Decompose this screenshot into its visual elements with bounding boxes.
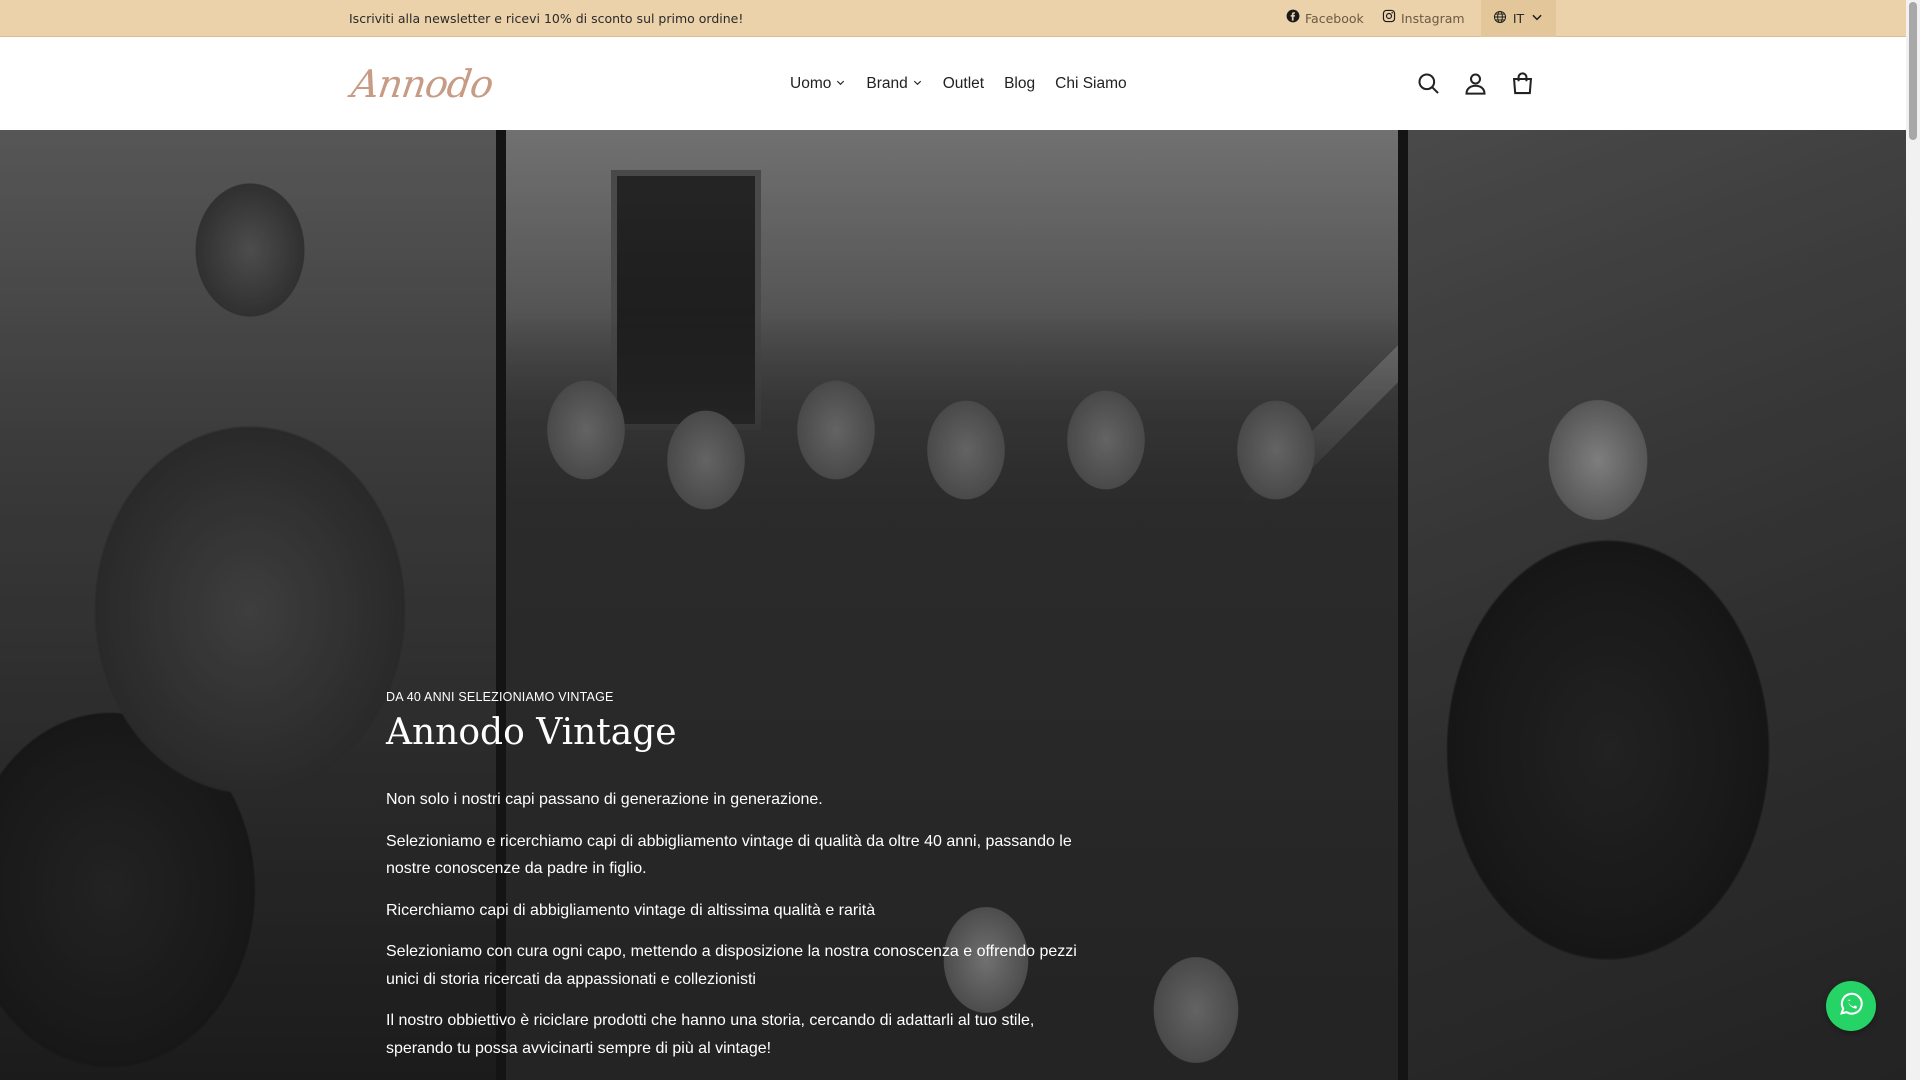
globe-icon bbox=[1493, 10, 1507, 27]
nav-item-chi-siamo[interactable]: Chi Siamo bbox=[1055, 75, 1127, 93]
nav-item-label: Brand bbox=[866, 74, 908, 92]
nav-item-label: Uomo bbox=[790, 74, 832, 92]
instagram-link[interactable]: Instagram bbox=[1382, 0, 1465, 37]
hero-body: Non solo i nostri capi passano di genera… bbox=[386, 786, 1086, 1076]
site-logo[interactable]: Annodo bbox=[349, 59, 497, 109]
hero-paragraph: Non solo i nostri capi passano di genera… bbox=[386, 791, 823, 808]
facebook-link[interactable]: Facebook bbox=[1286, 0, 1364, 37]
nav-item-brand[interactable]: Brand bbox=[866, 75, 922, 93]
nav-item-uomo[interactable]: Uomo bbox=[790, 75, 846, 93]
whatsapp-icon bbox=[1837, 990, 1865, 1022]
instagram-icon bbox=[1382, 0, 1396, 37]
cart-icon[interactable] bbox=[1509, 70, 1536, 97]
account-icon[interactable] bbox=[1462, 70, 1489, 97]
facebook-label: Facebook bbox=[1305, 11, 1364, 26]
hero-eyebrow: DA 40 ANNI SELEZIONIAMO VINTAGE bbox=[386, 690, 614, 704]
hero-title: Annodo Vintage bbox=[386, 712, 677, 753]
chevron-down-icon bbox=[1530, 10, 1544, 27]
nav-item-label: Blog bbox=[1004, 74, 1036, 92]
header-actions bbox=[1415, 37, 1536, 130]
whatsapp-button[interactable] bbox=[1826, 981, 1876, 1031]
language-label: IT bbox=[1512, 11, 1525, 26]
language-selector[interactable]: IT bbox=[1481, 0, 1556, 37]
search-icon[interactable] bbox=[1415, 70, 1442, 97]
chevron-down-icon bbox=[912, 75, 923, 93]
scrollbar-thumb[interactable] bbox=[1909, 2, 1917, 140]
nav-item-label: Outlet bbox=[942, 74, 985, 92]
logo-wordmark: Annodo bbox=[348, 62, 496, 106]
chevron-down-icon bbox=[835, 75, 846, 93]
nav-item-blog[interactable]: Blog bbox=[1004, 75, 1035, 93]
hero-paragraph: Ricerchiamo capi di abbigliamento vintag… bbox=[386, 901, 876, 919]
instagram-label: Instagram bbox=[1401, 11, 1465, 26]
page-scrollbar[interactable] bbox=[1906, 0, 1920, 1080]
hero-paragraph: Selezioniamo e ricerchiamo capi di abbig… bbox=[386, 832, 1072, 878]
facebook-icon bbox=[1286, 0, 1300, 37]
hero-paragraph: Selezioniamo con cura ogni capo, mettend… bbox=[386, 943, 1077, 988]
nav-item-label: Chi Siamo bbox=[1055, 74, 1127, 92]
nav-item-outlet[interactable]: Outlet bbox=[943, 75, 984, 93]
main-nav: Uomo Brand Outlet Blog Chi Siamo bbox=[790, 37, 1127, 130]
announcement-text[interactable]: Iscriviti alla newsletter e ricevi 10% d… bbox=[349, 0, 743, 37]
announcement-bar: Iscriviti alla newsletter e ricevi 10% d… bbox=[0, 0, 1906, 37]
site-header: Annodo Uomo Brand Outlet Blog Chi Siamo bbox=[0, 37, 1906, 130]
hero-paragraph: Il nostro obbiettivo è riciclare prodott… bbox=[386, 1012, 1035, 1057]
